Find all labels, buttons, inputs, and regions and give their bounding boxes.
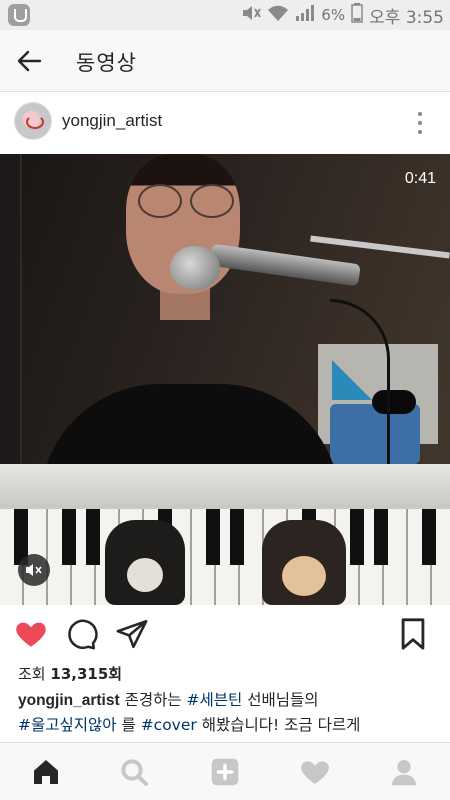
back-button[interactable] xyxy=(14,46,44,76)
post-actions xyxy=(0,605,450,663)
comment-icon xyxy=(68,619,98,650)
nav-search[interactable] xyxy=(118,756,150,788)
caption-text: 선배님들의 xyxy=(242,691,319,709)
send-icon xyxy=(116,619,148,649)
avatar[interactable] xyxy=(14,102,52,140)
nav-add[interactable] xyxy=(209,756,241,788)
wifi-icon xyxy=(267,4,289,26)
hashtag-link[interactable]: #세븐틴 xyxy=(187,691,243,709)
more-vertical-icon xyxy=(418,112,422,116)
bookmark-icon xyxy=(401,618,425,650)
app-bar: 동영상 xyxy=(0,30,450,92)
share-button[interactable] xyxy=(115,617,149,651)
search-icon xyxy=(121,759,148,786)
video-player[interactable]: 0:41 xyxy=(0,154,450,605)
nav-profile[interactable] xyxy=(388,756,420,788)
hashtag-link[interactable]: #울고싶지않아 xyxy=(18,716,117,734)
status-bar: 6% 오후 3:55 xyxy=(0,0,450,30)
battery-percent: 6% xyxy=(321,6,346,24)
caption-text: 존경하는 xyxy=(119,691,187,709)
comment-button[interactable] xyxy=(64,617,98,651)
bottom-nav xyxy=(0,742,450,800)
more-options-button[interactable] xyxy=(410,108,430,138)
nav-activity[interactable] xyxy=(299,756,331,788)
post-username[interactable]: yongjin_artist xyxy=(62,111,162,131)
save-button[interactable] xyxy=(398,617,432,651)
clock: 오후 3:55 xyxy=(369,7,444,28)
like-button[interactable] xyxy=(14,617,48,651)
caption-text: 를 xyxy=(116,716,141,734)
caption-text: 해봤습니다! 조금 다르게 xyxy=(196,716,361,734)
heart-filled-icon xyxy=(16,622,46,647)
view-count: 조회 13,315회 xyxy=(18,663,122,684)
battery-icon xyxy=(351,3,363,27)
mute-status-icon xyxy=(241,4,262,26)
profile-icon xyxy=(392,760,416,786)
status-icons: 6% 오후 3:55 xyxy=(241,0,444,30)
mute-icon xyxy=(26,564,42,576)
mute-button[interactable] xyxy=(18,554,50,586)
add-icon xyxy=(211,758,239,786)
app-notification-icon xyxy=(8,4,30,26)
views-label: 조회 xyxy=(18,665,46,683)
nav-home[interactable] xyxy=(30,756,62,788)
post-caption: yongjin_artist 존경하는 #세븐틴 선배님들의 #울고싶지않아 를 … xyxy=(18,688,438,738)
arrow-left-icon xyxy=(17,50,42,72)
home-icon xyxy=(34,760,58,784)
post-header: yongjin_artist xyxy=(0,92,450,154)
views-number: 13,315회 xyxy=(50,665,123,683)
hashtag-link[interactable]: #cover xyxy=(141,716,197,734)
signal-icon xyxy=(295,4,315,26)
caption-username[interactable]: yongjin_artist xyxy=(18,692,120,709)
heart-icon xyxy=(301,761,329,784)
page-title: 동영상 xyxy=(76,51,137,75)
video-duration: 0:41 xyxy=(404,170,436,187)
